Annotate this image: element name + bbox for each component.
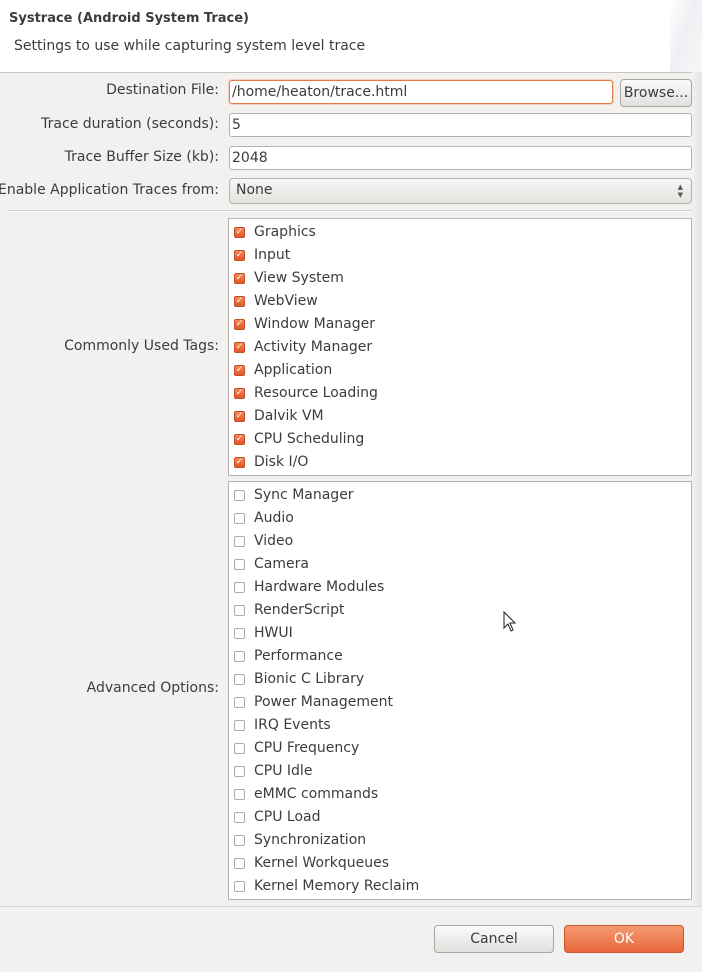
tag-item-label: WebView [254, 293, 318, 309]
tag-item-label: Video [254, 533, 294, 549]
checkbox-unchecked-icon[interactable] [234, 651, 245, 662]
mouse-pointer-icon [503, 611, 517, 632]
trace-duration-input[interactable] [229, 113, 692, 137]
checkbox-unchecked-icon[interactable] [234, 766, 245, 777]
advanced-options-label: Advanced Options: [86, 680, 219, 696]
checkbox-unchecked-icon[interactable] [234, 812, 245, 823]
tag-item-label: HWUI [254, 625, 293, 641]
tag-item-label: Performance [254, 648, 343, 664]
header-decoration [670, 0, 702, 72]
checkbox-checked-icon[interactable]: ✓ [234, 434, 245, 445]
checkbox-unchecked-icon[interactable] [234, 835, 245, 846]
ok-button[interactable]: OK [564, 925, 684, 953]
checkbox-checked-icon[interactable]: ✓ [234, 411, 245, 422]
advanced-options-list: Sync Manager Audio Video Camera Hardware Mod… [228, 481, 692, 900]
tag-item-label: RenderScript [254, 602, 345, 618]
checkbox-checked-icon[interactable]: ✓ [234, 296, 245, 307]
tag-item-label: CPU Frequency [254, 740, 360, 756]
tag-item-label: CPU Idle [254, 763, 313, 779]
tag-item-label: Dalvik VM [254, 408, 324, 424]
tag-item-label: View System [254, 270, 344, 286]
tag-item-label: Window Manager [254, 316, 376, 332]
checkbox-checked-icon[interactable]: ✓ [234, 388, 245, 399]
checkbox-checked-icon[interactable]: ✓ [234, 250, 245, 261]
checkbox-unchecked-icon[interactable] [234, 628, 245, 639]
tag-item-label: Camera [254, 556, 309, 572]
tag-item-label: CPU Load [254, 809, 321, 825]
tag-item-label: eMMC commands [254, 786, 379, 802]
checkbox-unchecked-icon[interactable] [234, 582, 245, 593]
destination-file-label: Destination File: [106, 82, 219, 98]
dialog-header: Systrace (Android System Trace) Settings… [0, 0, 702, 73]
window-edge [692, 72, 702, 907]
trace-buffer-size-label: Trace Buffer Size (kb): [64, 149, 219, 165]
app-traces-selected-value: None [236, 182, 273, 198]
tag-item-label: Input [254, 247, 291, 263]
app-traces-label: Enable Application Traces from: [0, 182, 219, 198]
checkbox-unchecked-icon[interactable] [234, 674, 245, 685]
tag-item-label: Power Management [254, 694, 394, 710]
separator [8, 210, 692, 212]
checkbox-unchecked-icon[interactable] [234, 789, 245, 800]
cancel-button[interactable]: Cancel [434, 925, 554, 953]
checkbox-checked-icon[interactable]: ✓ [234, 319, 245, 330]
checkbox-unchecked-icon[interactable] [234, 605, 245, 616]
checkbox-checked-icon[interactable]: ✓ [234, 457, 245, 468]
tag-item-label: Application [254, 362, 333, 378]
checkbox-checked-icon[interactable]: ✓ [234, 365, 245, 376]
up-down-arrows-icon: ▲ ▼ [677, 183, 683, 199]
tag-item-label: Synchronization [254, 832, 367, 848]
tag-item-label: Kernel Memory Reclaim [254, 878, 420, 894]
tag-item-label: Kernel Workqueues [254, 855, 390, 871]
tag-item-label: Bionic C Library [254, 671, 365, 687]
trace-duration-label: Trace duration (seconds): [41, 116, 219, 132]
trace-buffer-size-input[interactable] [229, 146, 692, 170]
checkbox-unchecked-icon[interactable] [234, 536, 245, 547]
destination-file-input[interactable] [229, 80, 613, 104]
checkbox-checked-icon[interactable]: ✓ [234, 227, 245, 238]
common-tags-label: Commonly Used Tags: [64, 338, 219, 354]
checkbox-checked-icon[interactable]: ✓ [234, 342, 245, 353]
checkbox-unchecked-icon[interactable] [234, 513, 245, 524]
checkbox-unchecked-icon[interactable] [234, 743, 245, 754]
footer-separator [0, 906, 702, 907]
checkbox-unchecked-icon[interactable] [234, 881, 245, 892]
tag-item-label: Disk I/O [254, 454, 309, 470]
checkbox-unchecked-icon[interactable] [234, 858, 245, 869]
dialog-subtitle: Settings to use while capturing system l… [14, 38, 366, 54]
dialog-title: Systrace (Android System Trace) [9, 11, 249, 26]
tag-item-label: Audio [254, 510, 294, 526]
checkbox-unchecked-icon[interactable] [234, 490, 245, 501]
checkbox-unchecked-icon[interactable] [234, 559, 245, 570]
tag-item-label: Sync Manager [254, 487, 354, 503]
tag-item-label: Hardware Modules [254, 579, 385, 595]
app-traces-combo[interactable]: None ▲ ▼ [229, 178, 692, 204]
tag-item-label: Resource Loading [254, 385, 378, 401]
checkbox-unchecked-icon[interactable] [234, 697, 245, 708]
checkbox-unchecked-icon[interactable] [234, 720, 245, 731]
browse-button[interactable]: Browse... [620, 79, 692, 107]
tag-item-label: Activity Manager [254, 339, 373, 355]
tag-item-label: CPU Scheduling [254, 431, 365, 447]
tag-item-label: Graphics [254, 224, 316, 240]
checkbox-checked-icon[interactable]: ✓ [234, 273, 245, 284]
common-tags-list: ✓ Graphics ✓ Input ✓ View System ✓ WebView ✓ Wind… [228, 218, 692, 476]
tag-item-label: IRQ Events [254, 717, 331, 733]
